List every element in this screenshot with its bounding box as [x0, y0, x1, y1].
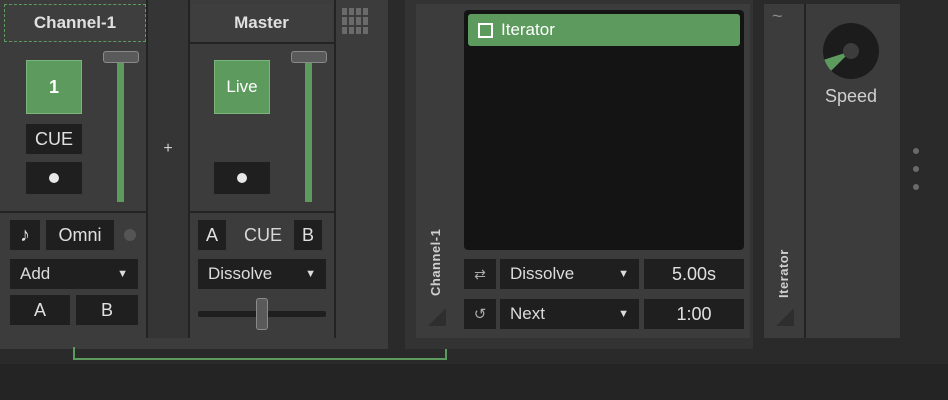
crossfader-handle[interactable] [256, 298, 268, 330]
effect-panel-corner-icon [776, 308, 794, 326]
clip-list[interactable]: Iterator [464, 10, 744, 250]
clip-panel-side-label: Channel-1 [428, 228, 443, 296]
add-channel-button[interactable]: + [148, 0, 188, 338]
clip-item-iterator[interactable]: Iterator [468, 14, 740, 46]
vertical-dots-icon[interactable] [910, 148, 922, 190]
channel-a-button[interactable]: A [10, 295, 70, 325]
master-cue-label[interactable]: CUE [236, 220, 290, 250]
knob-icon [823, 23, 879, 79]
clip-panel-corner-icon [428, 308, 446, 326]
loop-icon: ↺ [473, 306, 487, 323]
wave-icon: ~ [772, 6, 783, 26]
blend-mode-dropdown[interactable]: Add ▼ [10, 259, 138, 289]
chevron-down-icon: ▼ [618, 268, 629, 280]
channel-fader-track[interactable] [117, 62, 124, 202]
master-fader-handle[interactable] [291, 51, 327, 63]
master-a-button[interactable]: A [198, 220, 226, 250]
master-header-divider [190, 42, 334, 44]
effect-side-label: Iterator [776, 249, 791, 298]
shuffle-icon: ⇄ [474, 265, 486, 282]
record-dot-icon [49, 173, 59, 183]
record-dot-icon [237, 173, 247, 183]
master-record-button[interactable] [214, 162, 270, 194]
channel-1-title: Channel-1 [33, 13, 117, 32]
channel-record-button[interactable] [26, 162, 82, 194]
master-b-button[interactable]: B [294, 220, 322, 250]
clip-order-dropdown[interactable]: Next ▼ [500, 299, 639, 329]
speed-label: Speed [824, 86, 878, 106]
channel-divider [0, 211, 146, 213]
loop-button[interactable]: ↺ [464, 299, 496, 329]
master-divider [190, 211, 334, 213]
channel-cue-button[interactable]: CUE [26, 124, 82, 154]
grid-icon[interactable] [342, 8, 368, 34]
right-column-divider [188, 0, 190, 338]
music-note-icon: ♪ [20, 223, 30, 246]
clip-time-field[interactable]: 1:00 [644, 299, 744, 329]
master-header[interactable]: Master [191, 4, 332, 42]
channel-fader-handle[interactable] [103, 51, 139, 63]
master-title: Master [234, 13, 289, 32]
channel-number-button[interactable]: 1 [26, 60, 82, 114]
midi-indicator-icon [124, 229, 136, 241]
speed-knob[interactable] [822, 22, 880, 80]
channel-link-bracket [73, 347, 447, 360]
shuffle-button[interactable]: ⇄ [464, 259, 496, 289]
grid-column-divider [334, 0, 336, 338]
channel-1-header[interactable]: Channel-1 [4, 4, 146, 42]
midi-note-button[interactable]: ♪ [10, 220, 40, 250]
master-fader-track[interactable] [305, 62, 312, 202]
effect-panel-divider [804, 4, 806, 338]
chevron-down-icon: ▼ [305, 268, 316, 280]
clip-transition-dropdown[interactable]: Dissolve ▼ [500, 259, 639, 289]
clip-duration-field[interactable]: 5.00s [644, 259, 744, 289]
live-button[interactable]: Live [214, 60, 270, 114]
master-transition-dropdown[interactable]: Dissolve ▼ [198, 259, 326, 289]
chevron-down-icon: ▼ [618, 308, 629, 320]
chevron-down-icon: ▼ [117, 268, 128, 280]
checkbox-icon[interactable] [478, 22, 493, 38]
midi-channel-select[interactable]: Omni [46, 220, 114, 250]
channel-b-button[interactable]: B [76, 295, 138, 325]
bottom-bar [0, 364, 948, 400]
